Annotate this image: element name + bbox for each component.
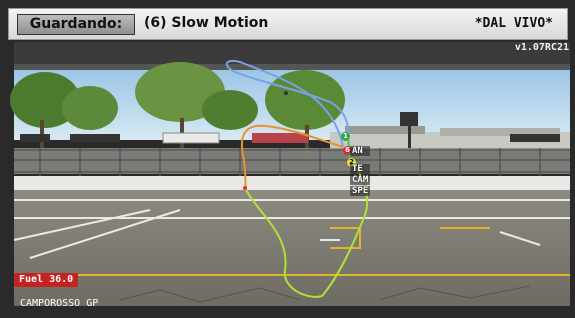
fence <box>14 148 570 174</box>
tag-te: TE <box>350 164 371 174</box>
live-indicator: *DAL VIVO* <box>474 16 553 31</box>
version-label: v1.07RC21 <box>514 42 569 53</box>
track-name: CAMPOROSSO GP <box>20 298 99 309</box>
tag-an: AN <box>350 146 371 156</box>
tag-spe: SPE <box>350 186 371 196</box>
camera-mode-label: (6) Slow Motion <box>144 15 269 31</box>
car-info-tags: AN TE CAM SPE <box>350 146 371 197</box>
pit-wall <box>14 176 570 190</box>
watching-button[interactable]: Guardando: <box>17 14 135 35</box>
replay-header: Guardando: (6) Slow Motion *DAL VIVO* <box>8 8 568 40</box>
tag-cam: CAM <box>350 175 371 185</box>
game-viewport: 1 6 2 AN TE CAM SPE Guardando: (6) Slow … <box>0 0 575 318</box>
car-marker-1: 1 <box>341 132 350 141</box>
fuel-badge: Fuel 36.0 <box>14 273 79 287</box>
race-scene <box>0 0 575 318</box>
